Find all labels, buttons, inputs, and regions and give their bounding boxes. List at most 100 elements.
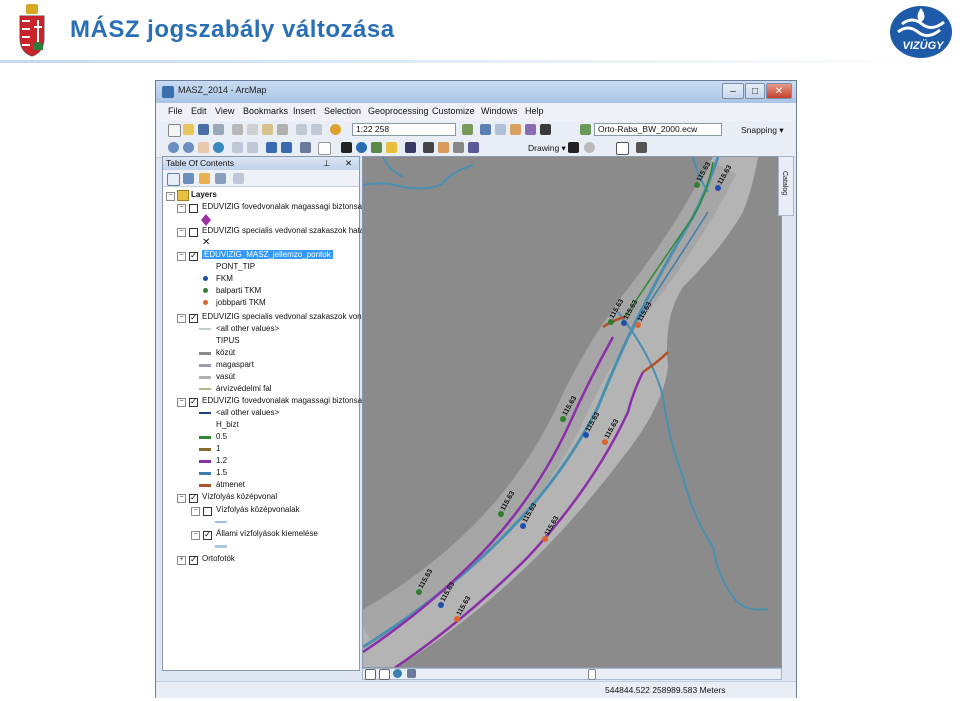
delete-icon[interactable] bbox=[277, 124, 288, 135]
clear-selection-icon[interactable] bbox=[318, 142, 331, 155]
select-features-icon[interactable] bbox=[300, 142, 311, 153]
text-icon[interactable] bbox=[636, 142, 647, 153]
save-icon[interactable] bbox=[198, 124, 209, 135]
new-document-icon[interactable] bbox=[168, 124, 181, 137]
find-route-icon[interactable] bbox=[438, 142, 449, 153]
python-icon[interactable] bbox=[540, 124, 551, 135]
back-icon[interactable] bbox=[266, 142, 277, 153]
fixed-zoom-out-icon[interactable] bbox=[247, 142, 258, 153]
layers-root[interactable]: Layers bbox=[191, 190, 217, 199]
layer-combo[interactable]: Orto-Raba_BW_2000.ecw bbox=[594, 123, 722, 136]
layer-4-checkbox[interactable]: ✓ bbox=[189, 398, 198, 407]
expand-layer-5[interactable]: − bbox=[177, 494, 186, 503]
snapping-menu[interactable]: Snapping ▾ bbox=[741, 125, 784, 136]
html-popup-icon[interactable] bbox=[386, 142, 397, 153]
close-button[interactable]: ✕ bbox=[766, 83, 792, 99]
arctoolbox-icon[interactable] bbox=[525, 124, 536, 135]
list-by-selection-icon[interactable] bbox=[215, 173, 226, 184]
time-slider-icon[interactable] bbox=[468, 142, 479, 153]
menu-bookmarks[interactable]: Bookmarks bbox=[243, 106, 288, 116]
find-icon[interactable] bbox=[423, 142, 434, 153]
scale-combo[interactable]: 1:22 258 bbox=[352, 123, 456, 136]
expand-layer-6[interactable]: − bbox=[191, 507, 200, 516]
layer-8-label[interactable]: Ortofotók bbox=[202, 554, 235, 563]
catalog-tab[interactable]: Catalog bbox=[778, 156, 794, 216]
toc-close-icon[interactable]: ✕ bbox=[345, 157, 352, 170]
menu-file[interactable]: File bbox=[168, 106, 183, 116]
search-window-icon[interactable] bbox=[510, 124, 521, 135]
rectangle-icon[interactable] bbox=[616, 142, 629, 155]
forward-icon[interactable] bbox=[281, 142, 292, 153]
layout-view-icon[interactable] bbox=[379, 669, 390, 680]
drawing-menu[interactable]: Drawing ▾ bbox=[528, 143, 566, 154]
zoom-out-icon[interactable] bbox=[183, 142, 194, 153]
map-canvas[interactable]: 115.63 115.63 115.63 115.63 115.63 115.6… bbox=[363, 157, 782, 668]
menu-customize[interactable]: Customize bbox=[432, 106, 475, 116]
toc-options-icon[interactable] bbox=[233, 173, 244, 184]
horizontal-scrollbar-thumb[interactable] bbox=[588, 669, 596, 680]
catalog-window-icon[interactable] bbox=[495, 124, 506, 135]
menu-windows[interactable]: Windows bbox=[481, 106, 518, 116]
expand-layer-0[interactable]: − bbox=[177, 204, 186, 213]
layer-7-checkbox[interactable]: ✓ bbox=[203, 531, 212, 540]
identify-icon[interactable] bbox=[356, 142, 367, 153]
expand-layer-4[interactable]: − bbox=[177, 398, 186, 407]
layer-1-checkbox[interactable] bbox=[189, 228, 198, 237]
menu-insert[interactable]: Insert bbox=[293, 106, 316, 116]
full-extent-icon[interactable] bbox=[213, 142, 224, 153]
copy-icon[interactable] bbox=[247, 124, 258, 135]
list-by-visibility-icon[interactable] bbox=[199, 173, 210, 184]
map-view[interactable]: 115.63 115.63 115.63 115.63 115.63 115.6… bbox=[362, 156, 782, 668]
layer-7-label[interactable]: Állami vízfolyások kiemelése bbox=[216, 529, 318, 538]
menu-edit[interactable]: Edit bbox=[191, 106, 207, 116]
layer-0-checkbox[interactable] bbox=[189, 204, 198, 213]
layer-1-label[interactable]: EDUVIZIG specialis vedvonal szakaszok ha… bbox=[202, 226, 364, 235]
print-icon[interactable] bbox=[213, 124, 224, 135]
maximize-button[interactable]: □ bbox=[745, 83, 765, 99]
layer-2-checkbox[interactable]: ✓ bbox=[189, 252, 198, 261]
window-titlebar[interactable]: MASZ_2014 - ArcMap – □ ✕ bbox=[156, 81, 796, 103]
rotate-icon[interactable] bbox=[584, 142, 595, 153]
measure-icon[interactable] bbox=[405, 142, 416, 153]
expand-layer-2[interactable]: − bbox=[177, 252, 186, 261]
toc-pin-icon[interactable]: ⊥ bbox=[323, 157, 330, 170]
cut-icon[interactable] bbox=[232, 124, 243, 135]
go-to-xy-icon[interactable] bbox=[453, 142, 464, 153]
expand-layer-7[interactable]: − bbox=[191, 531, 200, 540]
layer-4-label[interactable]: EDUVIZIG fovedvonalak magassagi biztonsa bbox=[202, 396, 362, 405]
minimize-button[interactable]: – bbox=[722, 83, 744, 99]
menu-view[interactable]: View bbox=[215, 106, 234, 116]
redo-icon[interactable] bbox=[311, 124, 322, 135]
expand-layer-1[interactable]: − bbox=[177, 228, 186, 237]
layer-6-checkbox[interactable] bbox=[203, 507, 212, 516]
menu-geoprocessing[interactable]: Geoprocessing bbox=[368, 106, 429, 116]
hyperlink-icon[interactable] bbox=[371, 142, 382, 153]
pan-icon[interactable] bbox=[198, 142, 209, 153]
select-elements-icon[interactable] bbox=[341, 142, 352, 153]
editor-toolbar-icon[interactable] bbox=[462, 124, 473, 135]
expand-layers-toggle[interactable]: − bbox=[166, 192, 175, 201]
layer-0-label[interactable]: EDUVIZIG fovedvonalak magassagi biztonsa bbox=[202, 202, 362, 211]
open-icon[interactable] bbox=[183, 124, 194, 135]
zoom-in-icon[interactable] bbox=[168, 142, 179, 153]
menu-help[interactable]: Help bbox=[525, 106, 544, 116]
refresh-icon[interactable] bbox=[393, 669, 402, 678]
layer-2-label[interactable]: EDUVIZIG_MASZ_jellemzo_pontok bbox=[202, 250, 333, 259]
paste-icon[interactable] bbox=[262, 124, 273, 135]
undo-icon[interactable] bbox=[296, 124, 307, 135]
data-view-icon[interactable] bbox=[365, 669, 376, 680]
layer-3-label[interactable]: EDUVIZIG specialis vedvonal szakaszok vo… bbox=[202, 312, 362, 321]
layer-3-checkbox[interactable]: ✓ bbox=[189, 314, 198, 323]
menu-selection[interactable]: Selection bbox=[324, 106, 361, 116]
list-by-source-icon[interactable] bbox=[183, 173, 194, 184]
layer-6-label[interactable]: Vízfolyás középvonalak bbox=[216, 505, 300, 514]
add-data-icon[interactable] bbox=[330, 124, 341, 135]
list-by-drawing-order-icon[interactable] bbox=[167, 173, 180, 186]
layer-8-checkbox[interactable]: ✓ bbox=[189, 556, 198, 565]
layer-5-label[interactable]: Vízfolyás középvonal bbox=[202, 492, 277, 501]
fixed-zoom-in-icon[interactable] bbox=[232, 142, 243, 153]
drawing-select-icon[interactable] bbox=[568, 142, 579, 153]
pause-drawing-icon[interactable] bbox=[407, 669, 416, 678]
expand-layer-3[interactable]: − bbox=[177, 314, 186, 323]
expand-layer-8[interactable]: + bbox=[177, 556, 186, 565]
